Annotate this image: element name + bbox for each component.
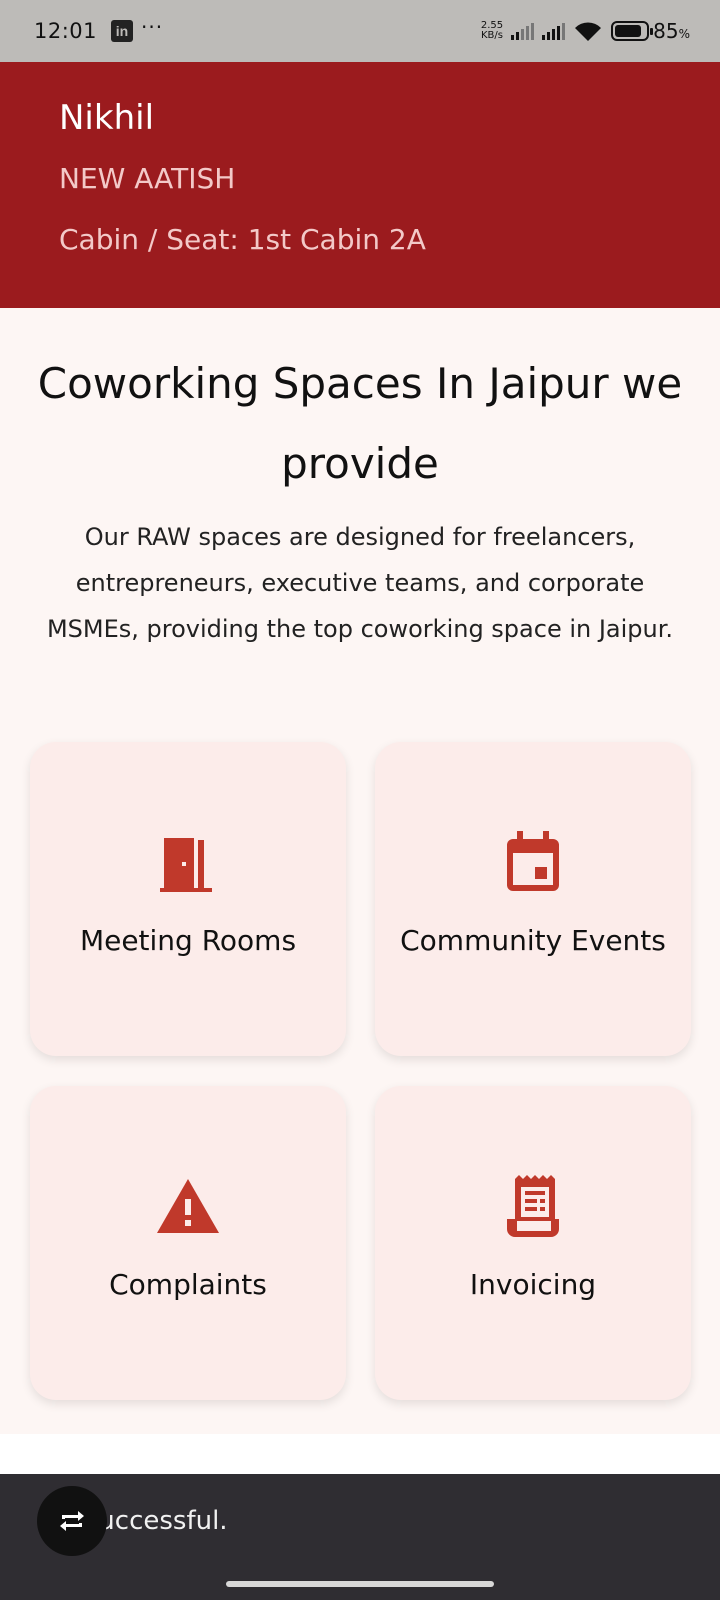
battery-indicator: 85% <box>611 19 690 43</box>
floating-repeat-button[interactable] <box>37 1486 107 1556</box>
wifi-icon <box>575 22 602 41</box>
cabin-seat: Cabin / Seat: 1st Cabin 2A <box>59 223 426 256</box>
network-speed: 2.55 KB/s <box>480 20 504 41</box>
calendar-icon <box>505 830 561 894</box>
battery-icon <box>611 21 654 41</box>
gesture-nav-handle[interactable] <box>226 1581 494 1587</box>
card-label: Community Events <box>400 924 666 957</box>
company-name: NEW AATISH <box>59 162 236 195</box>
more-notifications-icon: ··· <box>141 15 164 39</box>
signal-icon <box>511 22 535 40</box>
invoicing-card[interactable]: Invoicing <box>375 1086 691 1400</box>
door-icon <box>160 830 216 894</box>
bottom-spacer <box>0 1434 720 1474</box>
linkedin-icon: in <box>111 20 134 42</box>
page-description: Our RAW spaces are designed for freelanc… <box>46 523 674 643</box>
card-label: Invoicing <box>469 1268 597 1301</box>
status-bar: 12:01 in ··· 2.55 KB/s 85% <box>0 0 720 62</box>
receipt-icon <box>505 1174 561 1238</box>
user-name: Nikhil <box>59 98 155 138</box>
status-time: 12:01 <box>34 19 98 43</box>
card-label: Complaints <box>109 1268 267 1301</box>
meeting-rooms-card[interactable]: Meeting Rooms <box>30 742 346 1056</box>
profile-header: Nikhil NEW AATISH Cabin / Seat: 1st Cabi… <box>0 62 720 308</box>
complaints-card[interactable]: Complaints <box>30 1086 346 1400</box>
page-title: Coworking Spaces In Jaipur we provide <box>37 359 683 488</box>
main-content: Coworking Spaces In Jaipur we provide Ou… <box>0 308 720 1434</box>
warning-icon <box>155 1174 221 1238</box>
community-events-card[interactable]: Community Events <box>375 742 691 1056</box>
signal-icon <box>542 22 566 40</box>
repeat-icon <box>60 1511 84 1531</box>
card-label: Meeting Rooms <box>79 924 297 957</box>
